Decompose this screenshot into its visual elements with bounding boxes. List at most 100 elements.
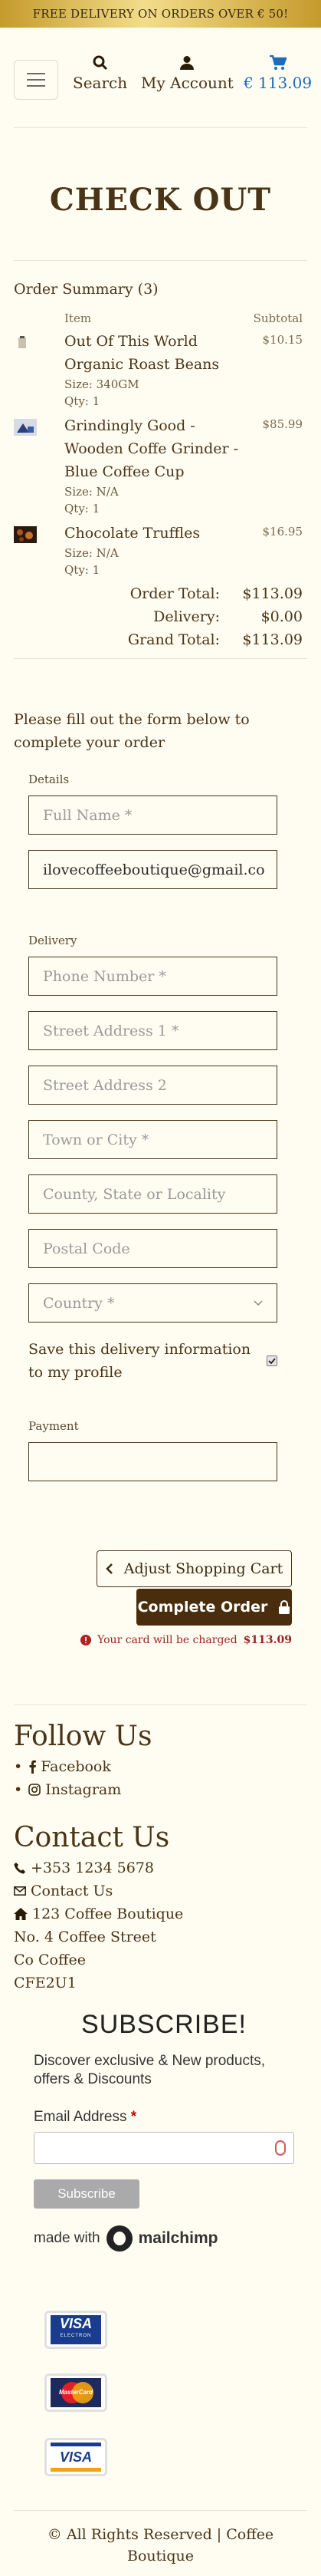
visa-logo: VISA xyxy=(44,2438,107,2476)
hamburger-icon-bar xyxy=(27,79,45,81)
order-item-qty: Qty: 1 xyxy=(64,563,100,577)
visa-electron-logo: VISA ELECTRON xyxy=(44,2311,107,2349)
lock-icon xyxy=(279,1600,290,1614)
order-item-qty: Qty: 1 xyxy=(64,502,100,516)
payment-section-label: Payment xyxy=(28,1419,79,1433)
order-item: Grindingly Good - Wooden Coffe Grinder -… xyxy=(14,414,307,517)
made-with-mailchimp[interactable]: made with mailchimp xyxy=(34,2225,294,2252)
newsletter-title: SUBSCRIBE! xyxy=(81,2010,247,2039)
contact-phone-row[interactable]: +353 1234 5678 xyxy=(14,1856,183,1879)
newsletter-email-label-text: Email Address xyxy=(34,2109,127,2125)
social-list: Facebook Instagram xyxy=(14,1755,152,1801)
newsletter-email-label: Email Address * xyxy=(34,2109,294,2126)
copyright-text: All Rights Reserved | Coffee Boutique xyxy=(66,2526,274,2564)
order-item-qty: Qty: 1 xyxy=(64,394,100,408)
contact-phone: +353 1234 5678 xyxy=(31,1860,154,1876)
page-title: CHECK OUT xyxy=(49,182,272,218)
phone-input[interactable]: Phone Number * xyxy=(28,957,277,996)
order-summary-header: Item Subtotal xyxy=(14,311,307,325)
street-address-2-input[interactable]: Street Address 2 xyxy=(28,1066,277,1105)
hamburger-icon-bar xyxy=(27,73,45,74)
product-thumbnail-truffles xyxy=(14,526,37,543)
country-select[interactable]: Country * xyxy=(28,1283,277,1323)
order-item: Chocolate Truffles Size: N/A Qty: 1 $16.… xyxy=(14,522,307,578)
street-address-1-input[interactable]: Street Address 1 * xyxy=(28,1011,277,1050)
product-thumbnail-coffee-beans xyxy=(18,336,26,348)
follow-section: Follow Us Facebook Instagram xyxy=(14,1718,152,1801)
copyright-divider xyxy=(14,2510,307,2511)
required-mark: * xyxy=(130,2109,137,2125)
postal-code-input[interactable]: Postal Code xyxy=(28,1229,277,1268)
promo-banner-text: FREE DELIVERY ON ORDERS OVER € 50! xyxy=(32,7,289,21)
country-select-value: Country * xyxy=(43,1294,115,1312)
address-line-3: Co Coffee xyxy=(14,1952,86,1968)
grand-total-label: Grand Total: xyxy=(127,631,220,648)
county-input[interactable]: County, State or Locality xyxy=(28,1174,277,1214)
order-item-size: Size: 340GM xyxy=(64,377,139,391)
follow-title: Follow Us xyxy=(14,1721,152,1752)
search-icon xyxy=(93,55,107,71)
search-nav-button[interactable]: Search xyxy=(73,55,127,92)
save-info-row: Save this delivery information to my pro… xyxy=(28,1338,277,1384)
envelope-icon xyxy=(14,1886,26,1896)
adjust-cart-button[interactable]: Adjust Shopping Cart xyxy=(97,1550,292,1587)
newsletter-email-input[interactable] xyxy=(34,2132,294,2164)
order-totals: Order Total: $113.09 Delivery: $0.00 Gra… xyxy=(14,583,307,651)
search-nav-label: Search xyxy=(73,74,128,92)
contact-email-row[interactable]: Contact Us xyxy=(14,1879,183,1902)
hamburger-menu-button[interactable] xyxy=(14,60,58,100)
site-header: Search My Account € 113.09 xyxy=(0,28,321,127)
save-info-checkbox[interactable] xyxy=(267,1356,277,1366)
order-total-label: Order Total: xyxy=(129,585,220,602)
mastercard-logo: MasterCard xyxy=(44,2373,107,2412)
card-sub: ELECTRON xyxy=(60,2334,92,2338)
delivery-section-label: Delivery xyxy=(28,934,77,947)
social-link-instagram[interactable]: Instagram xyxy=(14,1778,152,1801)
account-nav-label: My Account xyxy=(141,74,234,92)
mailchimp-logo-icon xyxy=(106,2225,133,2252)
order-item-name: Grindingly Good - Wooden Coffe Grinder -… xyxy=(64,417,239,480)
complete-order-label: Complete Order xyxy=(137,1599,268,1616)
user-icon xyxy=(180,56,195,70)
mailchimp-brand: mailchimp xyxy=(138,2229,218,2247)
copyright: © All Rights Reserved | Coffee Boutique xyxy=(0,2524,321,2567)
autofill-key-icon xyxy=(275,2140,286,2156)
card-payment-input[interactable] xyxy=(28,1442,277,1481)
item-column-header: Item xyxy=(64,311,92,325)
chevron-left-icon xyxy=(105,1563,113,1574)
mastercard-mark: MasterCard xyxy=(51,2378,101,2407)
complete-order-button[interactable]: Complete Order xyxy=(136,1589,292,1626)
details-section-label: Details xyxy=(28,772,70,786)
contact-title: Contact Us xyxy=(14,1822,170,1853)
social-link-facebook[interactable]: Facebook xyxy=(14,1755,152,1778)
order-item: Out Of This World Organic Roast Beans Si… xyxy=(14,330,307,410)
order-item-price: $85.99 xyxy=(262,417,303,431)
account-nav-button[interactable]: My Account xyxy=(141,55,234,92)
delivery-value: $0.00 xyxy=(260,608,303,625)
subscribe-button[interactable]: Subscribe xyxy=(34,2179,139,2209)
phone-icon xyxy=(14,1863,25,1874)
order-item-price: $10.15 xyxy=(262,333,303,347)
form-intro: Please fill out the form below to comple… xyxy=(14,711,250,751)
town-city-input[interactable]: Town or City * xyxy=(28,1120,277,1159)
full-name-input[interactable]: Full Name * xyxy=(28,796,277,835)
address-line-2: No. 4 Coffee Street xyxy=(14,1929,156,1945)
charge-amount: $113.09 xyxy=(243,1634,292,1646)
save-info-label: Save this delivery information to my pro… xyxy=(28,1341,251,1381)
delivery-label: Delivery: xyxy=(153,608,220,625)
order-item-price: $16.95 xyxy=(262,525,303,539)
made-with-label: made with xyxy=(34,2230,100,2246)
card-name: VISA xyxy=(59,2449,92,2465)
order-summary-title: Order Summary (3) xyxy=(14,281,159,298)
alert-icon xyxy=(80,1635,92,1645)
chevron-down-icon xyxy=(254,1300,263,1306)
grand-total-value: $113.09 xyxy=(242,631,303,648)
adjust-cart-label: Adjust Shopping Cart xyxy=(123,1560,283,1577)
order-item-size: Size: N/A xyxy=(64,485,119,499)
summary-divider xyxy=(14,658,307,659)
instagram-icon xyxy=(28,1784,41,1796)
email-input[interactable]: ilovecoffeeboutique@gmail.co xyxy=(28,850,277,889)
subtotal-column-header: Subtotal xyxy=(253,311,303,325)
cart-nav-button[interactable]: € 113.09 xyxy=(244,55,312,92)
card-name: VISA xyxy=(59,2316,92,2331)
